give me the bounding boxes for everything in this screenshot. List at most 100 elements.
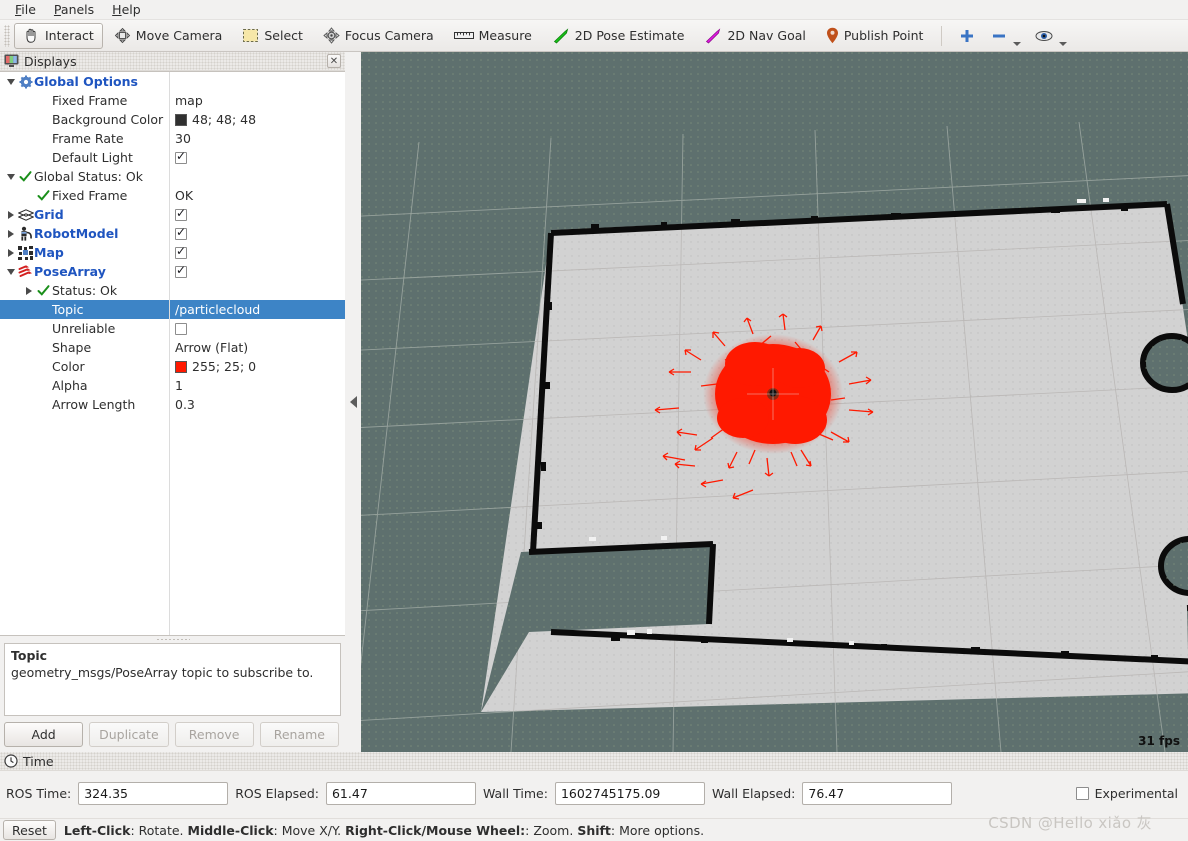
- display-row-robotmodel[interactable]: RobotModel: [0, 224, 345, 243]
- display-row-value-cell[interactable]: OK: [169, 188, 345, 203]
- display-row-shape[interactable]: Shape Arrow (Flat): [0, 338, 345, 357]
- rename-button: Rename: [259, 721, 339, 747]
- display-row-value: 30: [175, 131, 191, 146]
- display-row-unreliable[interactable]: Unreliable: [0, 319, 345, 338]
- display-row-fixed-frame[interactable]: Fixed Frame OK: [0, 186, 345, 205]
- main-area: Displays ✕ Global Options Fixed Frame map B…: [0, 52, 1188, 752]
- status-hint-part: : Rotate.: [130, 822, 188, 838]
- display-row-default-light[interactable]: Default Light: [0, 148, 345, 167]
- display-row-grid[interactable]: Grid: [0, 205, 345, 224]
- menu-help[interactable]: Help: [105, 1, 148, 18]
- wall-time-input[interactable]: 1602745175.09: [554, 781, 705, 805]
- display-row-fixed-frame[interactable]: Fixed Frame map: [0, 91, 345, 110]
- color-swatch[interactable]: [175, 113, 187, 126]
- close-icon[interactable]: ✕: [327, 54, 341, 68]
- menu-file[interactable]: File: [8, 1, 43, 18]
- display-row-global-options[interactable]: Global Options: [0, 72, 345, 91]
- menu-panels[interactable]: Panels: [47, 1, 101, 18]
- gear-icon: [17, 75, 34, 89]
- display-row-label-cell: RobotModel: [0, 226, 169, 241]
- ros-elapsed-value: 61.47: [331, 785, 368, 801]
- button-label: Add: [31, 726, 56, 742]
- display-row-value-cell[interactable]: 30: [169, 131, 345, 146]
- add-button[interactable]: Add: [4, 721, 84, 747]
- wall-elapsed-label: Wall Elapsed:: [711, 785, 796, 801]
- display-row-checkbox[interactable]: [175, 244, 187, 259]
- display-row-value-cell[interactable]: 48; 48; 48: [169, 112, 345, 127]
- toolbar-grip[interactable]: [4, 24, 10, 47]
- display-row-status-ok[interactable]: Status: Ok: [0, 281, 345, 300]
- display-row-value-cell[interactable]: [169, 263, 345, 278]
- chevron-right-icon[interactable]: [4, 229, 17, 238]
- display-row-value-cell[interactable]: [169, 149, 345, 164]
- display-row-value: 255; 25; 0: [192, 359, 257, 374]
- chevron-down-icon[interactable]: [4, 173, 17, 180]
- display-row-checkbox[interactable]: [175, 263, 187, 278]
- display-row-frame-rate[interactable]: Frame Rate 30: [0, 129, 345, 148]
- display-row-checkbox[interactable]: [175, 322, 187, 335]
- help-splitter[interactable]: [0, 636, 345, 643]
- display-row-value-cell[interactable]: /particlecloud: [169, 302, 345, 317]
- display-row-checkbox[interactable]: [175, 206, 187, 221]
- tool-measure[interactable]: Measure: [445, 23, 541, 49]
- tool-label: Interact: [45, 28, 94, 43]
- display-row-value-cell[interactable]: [169, 322, 345, 335]
- chevron-down-icon[interactable]: [1059, 41, 1068, 46]
- toolbar: Interact Move Camera Select Focus Camera Mea…: [0, 20, 1188, 52]
- chevron-down-icon[interactable]: [1013, 41, 1022, 46]
- display-row-arrow-length[interactable]: Arrow Length 0.3: [0, 395, 345, 414]
- display-row-value-cell[interactable]: Arrow (Flat): [169, 340, 345, 355]
- visibility-button[interactable]: [1029, 23, 1073, 49]
- display-row-value-cell[interactable]: 1: [169, 378, 345, 393]
- experimental-checkbox[interactable]: [1075, 786, 1089, 800]
- tool-move-camera[interactable]: Move Camera: [105, 23, 232, 49]
- reset-button[interactable]: Reset: [3, 820, 56, 840]
- display-row-checkbox[interactable]: [175, 225, 187, 240]
- displays-panel: Displays ✕ Global Options Fixed Frame map B…: [0, 52, 345, 752]
- chevron-right-icon[interactable]: [4, 248, 17, 257]
- display-row-global-status-ok[interactable]: Global Status: Ok: [0, 167, 345, 186]
- tool-2d-nav-goal[interactable]: 2D Nav Goal: [695, 23, 814, 49]
- display-row-topic[interactable]: Topic/particlecloud: [0, 300, 345, 319]
- color-swatch[interactable]: [175, 360, 187, 373]
- display-row-posearray[interactable]: PoseArray: [0, 262, 345, 281]
- display-row-map[interactable]: Map: [0, 243, 345, 262]
- chevron-right-icon[interactable]: [22, 286, 35, 295]
- displays-tree[interactable]: Global Options Fixed Frame map Background C…: [0, 71, 345, 636]
- ruler-icon: [453, 30, 474, 41]
- display-row-value-cell[interactable]: [169, 225, 345, 240]
- display-row-value-cell[interactable]: map: [169, 93, 345, 108]
- focus-camera-icon: [323, 27, 340, 44]
- chevron-down-icon[interactable]: [4, 268, 17, 275]
- obstacle-circle-top: [1140, 333, 1188, 393]
- display-row-value-cell[interactable]: [169, 206, 345, 221]
- tool-focus-camera[interactable]: Focus Camera: [314, 23, 443, 49]
- tool-interact[interactable]: Interact: [14, 22, 103, 49]
- render-view-3d[interactable]: 31 fps: [361, 52, 1188, 752]
- display-row-value-cell[interactable]: 255; 25; 0: [169, 359, 345, 374]
- status-bar: Reset Left-Click: Rotate. Middle-Click: …: [0, 818, 1188, 841]
- wall-elapsed-input[interactable]: 76.47: [802, 781, 953, 805]
- chevron-right-icon[interactable]: [4, 210, 17, 219]
- display-row-checkbox[interactable]: [175, 149, 187, 164]
- tool-publish-point[interactable]: Publish Point: [817, 23, 933, 49]
- display-row-label-cell: Global Status: Ok: [0, 169, 169, 184]
- display-row-background-color[interactable]: Background Color 48; 48; 48: [0, 110, 345, 129]
- panel-collapse-handle[interactable]: [345, 52, 361, 752]
- clock-icon: [4, 754, 18, 768]
- display-row-color[interactable]: Color 255; 25; 0: [0, 357, 345, 376]
- display-row-alpha[interactable]: Alpha 1: [0, 376, 345, 395]
- ros-elapsed-input[interactable]: 61.47: [325, 781, 476, 805]
- remove-tool-button[interactable]: [985, 23, 1027, 49]
- display-row-value-cell[interactable]: [169, 244, 345, 259]
- ros-time-input[interactable]: 324.35: [78, 781, 229, 805]
- chevron-down-icon[interactable]: [4, 78, 17, 85]
- display-row-label-cell: Arrow Length: [0, 397, 169, 412]
- time-panel: Time ROS Time: 324.35 ROS Elapsed: 61.47…: [0, 752, 1188, 818]
- tool-select[interactable]: Select: [233, 23, 312, 49]
- tool-2d-pose-estimate[interactable]: 2D Pose Estimate: [543, 23, 694, 49]
- display-row-value-cell[interactable]: 0.3: [169, 397, 345, 412]
- display-row-value: Arrow (Flat): [175, 340, 249, 355]
- add-tool-button[interactable]: [951, 23, 983, 49]
- display-row-name: Map: [34, 245, 64, 260]
